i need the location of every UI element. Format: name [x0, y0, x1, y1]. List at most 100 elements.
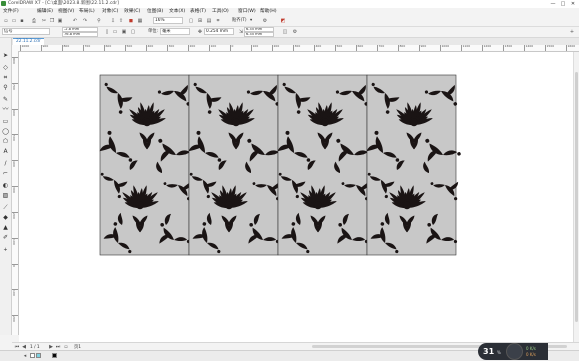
design-panel[interactable] — [274, 74, 373, 256]
design-panel[interactable] — [363, 74, 462, 256]
network-speed-widget[interactable]: 31 % 0 K/s 0 K/s — [478, 343, 548, 360]
ruler-label: 100 — [252, 44, 259, 48]
open-icon[interactable]: ▭ — [11, 18, 17, 24]
treat-as-filled-icon[interactable]: ◫ — [282, 29, 288, 35]
shape-tool-icon[interactable]: ◇ — [1, 64, 10, 72]
ruler-label: 100 — [210, 44, 217, 48]
property-bar: 信号 -2.8 mm 76.8 mm ▯ ▭ ▣ ▢ 单位: 毫米 ✥ 0.25… — [0, 27, 579, 38]
vertical-scroll-thumb[interactable] — [575, 72, 578, 322]
ruler-label: 500 — [336, 44, 343, 48]
units-combo[interactable]: 毫米 — [160, 28, 190, 35]
settings-icon[interactable]: ⚙ — [262, 18, 268, 24]
undo-icon[interactable]: ↶ — [72, 18, 78, 24]
chevron-down-icon[interactable]: ▾ — [250, 18, 252, 23]
smart-fill-icon[interactable]: ▲ — [1, 224, 10, 232]
menu-window[interactable]: 窗口(W) — [238, 8, 256, 16]
ruler-label: 400 — [12, 161, 16, 167]
palette-scroll-left-icon[interactable]: ◂ — [22, 353, 28, 359]
ruler-label: 0 — [12, 264, 16, 267]
menu-edit[interactable]: 编辑(E) — [37, 8, 53, 16]
design-panel[interactable] — [185, 74, 284, 256]
guidelines-icon[interactable]: ⌗ — [215, 18, 221, 24]
redo-icon[interactable]: ↷ — [82, 18, 88, 24]
menu-help[interactable]: 帮助(H) — [260, 8, 277, 16]
horizontal-ruler[interactable]: 1000 900 800 700 600 500 400 300 200 100 0 100 200 30… — [12, 45, 579, 52]
parallel-dimension-icon[interactable]: ∕ — [1, 160, 10, 168]
nudge-distance-field[interactable]: 0.254 mm — [204, 28, 234, 35]
ruler-label: 200 — [273, 44, 280, 48]
menu-file[interactable]: 文件(F) — [3, 8, 19, 16]
ruler-label: 0 — [231, 44, 234, 48]
minimize-button[interactable]: — — [548, 0, 558, 8]
freehand-tool-icon[interactable]: ✎ — [1, 96, 10, 104]
full-screen-icon[interactable]: ▢ — [188, 18, 194, 24]
ruler-label: 200 — [12, 316, 16, 322]
blend-tool-icon[interactable]: ◐ — [1, 182, 10, 190]
duplicate-y-field[interactable]: 6.35 mm — [244, 32, 274, 37]
menu-tools[interactable]: 工具(O) — [212, 8, 229, 16]
drawing-canvas[interactable] — [19, 52, 573, 342]
rectangle-tool-icon[interactable]: ▭ — [1, 118, 10, 126]
menu-object[interactable]: 对象(C) — [102, 8, 118, 16]
pick-tool-icon[interactable]: ➤ — [1, 52, 10, 60]
grid-icon[interactable]: ▤ — [206, 18, 212, 24]
polygon-tool-icon[interactable]: ⬠ — [1, 138, 10, 146]
preset-combo[interactable]: 信号 — [2, 28, 50, 35]
search-icon[interactable]: ⚲ — [96, 18, 102, 24]
ruler-label: 200 — [189, 44, 196, 48]
snap-to-menu[interactable]: 贴齐(T) — [232, 18, 247, 23]
menu-view[interactable]: 视图(V) — [58, 8, 74, 16]
menu-layout[interactable]: 布局(L) — [79, 8, 95, 16]
palette-swatch-cyan[interactable] — [36, 353, 41, 358]
all-pages-icon[interactable]: ▣ — [121, 29, 127, 35]
maximize-button[interactable]: □ — [558, 0, 568, 8]
crop-tool-icon[interactable]: ⌗ — [1, 74, 10, 82]
ruler-label: 1100 — [462, 44, 471, 48]
connector-tool-icon[interactable]: ⌐ — [1, 170, 10, 178]
design-panel[interactable] — [96, 74, 195, 256]
menu-effects[interactable]: 效果(C) — [124, 8, 140, 16]
current-page-icon[interactable]: ▢ — [130, 29, 136, 35]
transparency-tool-icon[interactable]: ▨ — [1, 192, 10, 200]
design-artwork[interactable] — [19, 52, 573, 342]
app-launcher-icon[interactable]: ▦ — [137, 18, 143, 24]
y-position-field[interactable]: 76.8 mm — [62, 32, 98, 37]
ellipse-tool-icon[interactable]: ◯ — [1, 128, 10, 136]
export-icon[interactable]: ⇧ — [118, 18, 124, 24]
menu-bitmaps[interactable]: 位图(B) — [147, 8, 163, 16]
new-icon[interactable]: ▫ — [3, 18, 9, 24]
cut-icon[interactable]: ✂ — [41, 18, 47, 24]
outline-pen-icon[interactable]: ✐ — [1, 234, 10, 242]
zoom-combo[interactable]: 16% — [153, 17, 183, 24]
print-icon[interactable]: ⎙ — [31, 18, 37, 24]
rulers-icon[interactable]: ⊞ — [197, 18, 203, 24]
ruler-label: 100 — [12, 238, 16, 245]
import-icon[interactable]: ⇩ — [110, 18, 116, 24]
landscape-icon[interactable]: ▭ — [112, 29, 118, 35]
palette-swatch-white[interactable] — [30, 353, 35, 358]
eyedropper-tool-icon[interactable]: ⟋ — [1, 204, 10, 212]
save-icon[interactable]: ▪ — [19, 18, 25, 24]
menu-table[interactable]: 表格(T) — [190, 8, 206, 16]
ruler-label: 200 — [12, 212, 16, 219]
artistic-media-icon[interactable]: 〰 — [1, 106, 10, 114]
ruler-label: 500 — [12, 135, 16, 142]
ruler-label: 300 — [12, 187, 16, 193]
launch-icon[interactable]: ◩ — [280, 18, 286, 24]
pdf-icon[interactable]: ◼ — [128, 18, 134, 24]
paste-icon[interactable]: ▣ — [57, 18, 63, 24]
text-tool-icon[interactable]: A — [1, 148, 10, 156]
palette-swatch-black[interactable] — [52, 353, 57, 358]
menu-text[interactable]: 文本(X) — [169, 8, 185, 16]
interactive-fill-icon[interactable]: ◆ — [1, 214, 10, 222]
zoom-tool-icon[interactable]: ⚲ — [1, 84, 10, 92]
add-tool-icon[interactable]: + — [1, 246, 10, 254]
vertical-ruler[interactable]: 800 700 600 500 400 300 200 100 0 100 200 — [12, 51, 19, 335]
copy-icon[interactable]: ❐ — [49, 18, 55, 24]
vertical-scrollbar[interactable] — [573, 52, 579, 342]
close-button[interactable]: ✕ — [568, 0, 578, 8]
speed-unit: % — [497, 350, 501, 355]
options-icon[interactable]: ⚙ — [292, 29, 298, 35]
add-toolbar-icon[interactable]: + — [569, 29, 575, 35]
portrait-icon[interactable]: ▯ — [104, 29, 110, 35]
